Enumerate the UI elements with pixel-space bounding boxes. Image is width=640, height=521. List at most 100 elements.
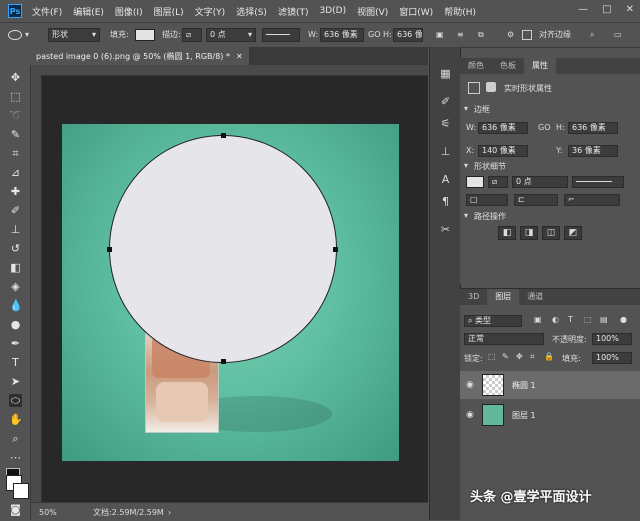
chevron-down-icon[interactable]: ▾ — [464, 104, 468, 113]
menu-view[interactable]: 视图(V) — [357, 5, 388, 18]
path-operations-icon[interactable]: ▣ — [436, 27, 444, 42]
brush-tool-icon[interactable]: ✐ — [9, 204, 22, 217]
stroke-type-select[interactable] — [572, 176, 624, 188]
tab-channels[interactable]: 通道 — [519, 289, 551, 305]
filter-pixel-icon[interactable]: ▣ — [534, 315, 542, 324]
lock-pixels-icon[interactable]: ✎ — [502, 352, 509, 361]
filter-adjustment-icon[interactable]: ◐ — [552, 315, 559, 324]
layer-filter-select[interactable]: ⌕ 类型 — [464, 315, 522, 327]
x-position-field[interactable]: 140 像素 — [478, 145, 528, 157]
history-panel-icon[interactable]: ▦ — [439, 67, 452, 80]
menu-3d[interactable]: 3D(D) — [319, 6, 346, 16]
menu-type[interactable]: 文字(Y) — [195, 5, 226, 18]
menu-layer[interactable]: 图层(L) — [154, 5, 184, 18]
exclude-overlap-button[interactable]: ◩ — [564, 226, 582, 240]
lock-all-icon[interactable]: 🔒 — [544, 352, 554, 361]
menu-select[interactable]: 选择(S) — [236, 5, 267, 18]
menu-window[interactable]: 窗口(W) — [399, 5, 433, 18]
more-tools-icon[interactable]: ⋯ — [9, 451, 22, 464]
quick-select-tool-icon[interactable]: ✎ — [9, 128, 22, 141]
tab-layers[interactable]: 图层 — [487, 289, 520, 305]
ellipse-tool-icon[interactable]: ⬭ — [9, 394, 22, 407]
stroke-cap-select[interactable]: ⊏ — [514, 194, 558, 206]
minimize-button[interactable]: — — [578, 4, 588, 15]
path-alignment-icon[interactable]: ≡ — [457, 27, 464, 42]
adjustments-icon[interactable]: ⚟ — [439, 117, 452, 130]
fill-opacity-field[interactable]: 100% — [592, 352, 632, 364]
background-color-swatch[interactable] — [13, 483, 29, 499]
fill-swatch[interactable] — [135, 28, 155, 41]
path-selection-tool-icon[interactable]: ➤ — [9, 375, 22, 388]
workspace-icon[interactable]: ▭ — [614, 27, 622, 42]
stroke-width-field[interactable]: 0 点 ▾ — [206, 27, 256, 42]
link-dimensions-icon[interactable]: GO — [368, 30, 381, 39]
crop-tool-icon[interactable]: ⌗ — [9, 147, 22, 160]
gear-icon[interactable]: ⚙ — [507, 27, 514, 42]
menu-help[interactable]: 帮助(H) — [444, 5, 476, 18]
tab-color[interactable]: 颜色 — [460, 58, 492, 74]
move-tool-icon[interactable]: ✥ — [9, 71, 22, 84]
menu-edit[interactable]: 编辑(E) — [73, 5, 104, 18]
stroke-align-select[interactable]: ▢ — [466, 194, 508, 206]
filter-smart-icon[interactable]: ▤ — [600, 315, 608, 324]
layer-row-layer1[interactable]: ◉ 图层 1 — [460, 401, 640, 429]
search-icon[interactable]: ⌕ — [590, 27, 594, 42]
eraser-tool-icon[interactable]: ◧ — [9, 261, 22, 274]
quick-mask-icon[interactable]: ◙ — [9, 503, 22, 516]
lock-position-icon[interactable]: ✥ — [516, 352, 523, 361]
history-brush-tool-icon[interactable]: ↺ — [9, 242, 22, 255]
chevron-right-icon[interactable]: › — [168, 508, 171, 517]
opacity-field[interactable]: 100% — [592, 333, 632, 345]
tab-3d[interactable]: 3D — [460, 289, 487, 305]
close-icon[interactable]: ✕ — [236, 52, 243, 61]
eyedropper-tool-icon[interactable]: ⊿ — [9, 166, 22, 179]
stroke-swatch[interactable]: ⧄ — [182, 27, 202, 42]
marquee-tool-icon[interactable]: ⬚ — [9, 90, 22, 103]
hand-tool-icon[interactable]: ✋ — [9, 413, 23, 426]
stroke-corner-select[interactable]: ⌐ — [564, 194, 620, 206]
dodge-tool-icon[interactable]: ● — [9, 318, 22, 331]
type-tool-icon[interactable]: T — [9, 356, 22, 369]
blend-mode-select[interactable]: 正常 — [464, 333, 544, 345]
layer-row-ellipse[interactable]: ◉ 椭圆 1 — [460, 371, 640, 399]
filter-type-icon[interactable]: T — [568, 315, 573, 324]
clone-source-icon[interactable]: ⊥ — [439, 145, 452, 158]
tools-panel-icon[interactable]: ✂ — [439, 223, 452, 236]
paragraph-panel-icon[interactable]: ¶ — [439, 195, 452, 208]
align-edges-checkbox[interactable] — [522, 27, 532, 42]
close-button[interactable]: ✕ — [626, 4, 634, 15]
lock-artboard-icon[interactable]: ⌗ — [530, 352, 535, 362]
width-field[interactable]: 636 像素 — [320, 27, 364, 42]
maximize-button[interactable]: □ — [602, 4, 611, 15]
transform-handle-left[interactable] — [107, 247, 112, 252]
tab-properties[interactable]: 属性 — [524, 58, 556, 74]
healing-brush-tool-icon[interactable]: ✚ — [9, 185, 22, 198]
height-field[interactable]: 636 像素 — [393, 27, 423, 42]
intersect-shapes-button[interactable]: ◫ — [542, 226, 560, 240]
combine-shapes-button[interactable]: ◧ — [498, 226, 516, 240]
filter-toggle-icon[interactable]: ● — [620, 315, 627, 324]
link-icon[interactable]: GO — [538, 123, 551, 132]
ellipse-shape[interactable] — [107, 133, 338, 364]
stroke-width-field[interactable]: 0 点 — [512, 176, 568, 188]
transform-handle-top[interactable] — [221, 133, 226, 138]
shape-mode-select[interactable]: 形状 ▾ — [48, 27, 100, 42]
chevron-down-icon[interactable]: ▾ — [464, 211, 468, 220]
path-arrangement-icon[interactable]: ⧉ — [478, 27, 484, 42]
tab-swatches[interactable]: 色板 — [492, 58, 524, 74]
brush-settings-icon[interactable]: ✐ — [439, 95, 452, 108]
bounds-width-field[interactable]: 636 像素 — [478, 122, 528, 134]
y-position-field[interactable]: 36 像素 — [568, 145, 618, 157]
clone-stamp-tool-icon[interactable]: ⊥ — [9, 223, 22, 236]
chevron-down-icon[interactable]: ▾ — [464, 161, 468, 170]
character-panel-icon[interactable]: A — [439, 173, 452, 186]
lock-transparent-icon[interactable]: ⬚ — [488, 352, 496, 361]
visibility-eye-icon[interactable]: ◉ — [466, 410, 476, 420]
subtract-front-button[interactable]: ◨ — [520, 226, 538, 240]
transform-handle-right[interactable] — [333, 247, 338, 252]
paint-bucket-tool-icon[interactable]: ◈ — [9, 280, 22, 293]
zoom-tool-icon[interactable]: ⌕ — [9, 432, 22, 445]
stroke-swatch[interactable]: ⧄ — [488, 176, 508, 188]
bounds-height-field[interactable]: 636 像素 — [568, 122, 618, 134]
transform-handle-bottom[interactable] — [221, 359, 226, 364]
